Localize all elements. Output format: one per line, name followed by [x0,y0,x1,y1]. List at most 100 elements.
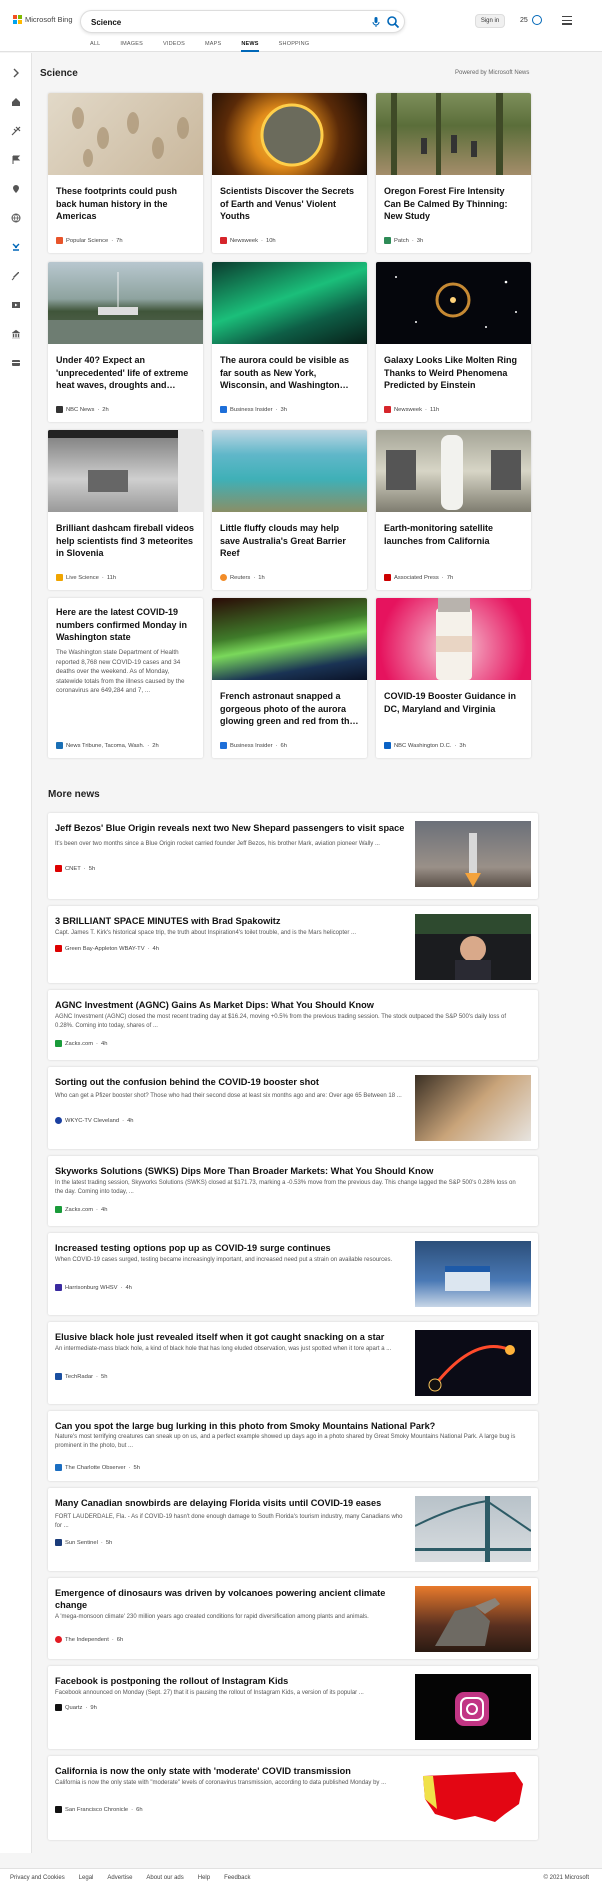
item-title[interactable]: Facebook is postponing the rollout of In… [55,1675,410,1687]
card-title[interactable]: Galaxy Looks Like Molten Ring Thanks to … [384,354,524,392]
card-title[interactable]: Under 40? Expect an 'unprecedented' life… [56,354,196,392]
bing-logo[interactable]: Microsoft Bing [13,15,73,24]
item-title[interactable]: Skyworks Solutions (SWKS) Dips More Than… [55,1165,525,1177]
search-box[interactable] [80,10,405,33]
item-title[interactable]: AGNC Investment (AGNC) Gains As Market D… [55,999,525,1011]
footer-link-legal[interactable]: Legal [79,1875,94,1881]
footer-link-about-ads[interactable]: About our ads [146,1875,183,1881]
tab-all[interactable]: ALL [90,41,100,52]
card-title[interactable]: Oregon Forest Fire Intensity Can Be Calm… [384,185,524,223]
item-title[interactable]: Sorting out the confusion behind the COV… [55,1076,410,1088]
news-list-item[interactable]: Jeff Bezos' Blue Origin reveals next two… [48,813,538,899]
footer-link-advertise[interactable]: Advertise [107,1875,132,1881]
tab-news[interactable]: NEWS [241,41,259,52]
item-title[interactable]: 3 BRILLIANT SPACE MINUTES with Brad Spak… [55,915,410,927]
item-description: When COVID-19 cases surged, testing beca… [55,1257,393,1263]
card-title[interactable]: French astronaut snapped a gorgeous phot… [220,690,360,728]
flag-icon[interactable] [11,155,21,165]
news-card[interactable]: French astronaut snapped a gorgeous phot… [212,598,367,758]
search-input[interactable] [91,15,341,29]
news-list-item[interactable]: AGNC Investment (AGNC) Gains As Market D… [48,990,538,1060]
globe-icon[interactable] [11,213,21,223]
rewards-count: 25 [520,16,528,24]
item-title[interactable]: Can you spot the large bug lurking in th… [55,1420,525,1432]
news-list-item[interactable]: Can you spot the large bug lurking in th… [48,1411,538,1481]
card-title[interactable]: Brilliant dashcam fireball videos help s… [56,522,196,560]
item-title[interactable]: Many Canadian snowbirds are delaying Flo… [55,1497,410,1509]
news-list-item[interactable]: Increased testing options pop up as COVI… [48,1233,538,1315]
microphone-icon[interactable] [370,16,382,28]
item-source: CNET · 5h [55,865,95,872]
source-logo-icon [384,406,391,413]
science-icon[interactable] [11,242,21,252]
item-thumbnail [415,1674,531,1740]
rocket-icon[interactable] [11,271,21,281]
footer-link-privacy[interactable]: Privacy and Cookies [10,1875,65,1881]
item-title[interactable]: California is now the only state with 'm… [55,1765,410,1777]
news-card[interactable]: Brilliant dashcam fireball videos help s… [48,430,203,590]
news-list-item[interactable]: 3 BRILLIANT SPACE MINUTES with Brad Spak… [48,906,538,983]
footer-link-feedback[interactable]: Feedback [224,1875,250,1881]
card-image [212,93,367,175]
chevron-right-icon[interactable] [11,68,21,78]
card-title[interactable]: Earth-monitoring satellite launches from… [384,522,524,547]
source-logo-icon [220,574,227,581]
news-card[interactable]: Little fluffy clouds may help save Austr… [212,430,367,590]
news-list-item[interactable]: Emergence of dinosaurs was driven by vol… [48,1578,538,1659]
tab-videos[interactable]: VIDEOS [163,41,185,52]
source-logo-icon [56,574,63,581]
source-logo-icon [55,1040,62,1047]
tab-shopping[interactable]: SHOPPING [279,41,310,52]
news-card[interactable]: Under 40? Expect an 'unprecedented' life… [48,262,203,422]
card-source: Associated Press · 7h [384,574,453,581]
sign-in-button[interactable]: Sign in [475,14,505,28]
news-list-item[interactable]: Skyworks Solutions (SWKS) Dips More Than… [48,1156,538,1226]
item-title[interactable]: Elusive black hole just revealed itself … [55,1331,410,1343]
transport-icon[interactable] [11,126,21,136]
hamburger-menu-icon[interactable] [562,16,572,25]
location-icon[interactable] [11,184,21,194]
news-list-item[interactable]: Sorting out the confusion behind the COV… [48,1067,538,1149]
news-card[interactable]: The aurora could be visible as far south… [212,262,367,422]
card-title[interactable]: Little fluffy clouds may help save Austr… [220,522,360,560]
card-image [376,262,531,344]
item-title[interactable]: Increased testing options pop up as COVI… [55,1242,410,1254]
news-card[interactable]: Oregon Forest Fire Intensity Can Be Calm… [376,93,531,253]
card-icon[interactable] [11,358,21,368]
card-title[interactable]: COVID-19 Booster Guidance in DC, Marylan… [384,690,524,715]
news-card[interactable]: Scientists Discover the Secrets of Earth… [212,93,367,253]
news-list-item[interactable]: Facebook is postponing the rollout of In… [48,1666,538,1749]
footer-link-help[interactable]: Help [198,1875,210,1881]
item-title[interactable]: Emergence of dinosaurs was driven by vol… [55,1587,410,1611]
news-card[interactable]: Earth-monitoring satellite launches from… [376,430,531,590]
card-title[interactable]: Here are the latest COVID-19 numbers con… [56,606,196,644]
card-source: Live Science · 11h [56,574,116,581]
source-logo-icon [55,1206,62,1213]
header: Microsoft Bing Sign in 25 ALL IMAGES VID… [0,0,602,52]
source-logo-icon [384,574,391,581]
search-icon[interactable] [386,15,400,29]
source-logo-icon [56,406,63,413]
card-title[interactable]: Scientists Discover the Secrets of Earth… [220,185,360,223]
news-card[interactable]: Here are the latest COVID-19 numbers con… [48,598,203,758]
microsoft-logo-icon [13,15,22,24]
item-description: Nature's most terrifying creatures can s… [55,1434,516,1449]
media-icon[interactable] [11,300,21,310]
news-card[interactable]: Galaxy Looks Like Molten Ring Thanks to … [376,262,531,422]
item-title[interactable]: Jeff Bezos' Blue Origin reveals next two… [55,822,410,834]
tab-maps[interactable]: MAPS [205,41,221,52]
card-image [48,430,203,512]
news-card[interactable]: These footprints could push back human h… [48,93,203,253]
finance-icon[interactable] [11,329,21,339]
news-list-item[interactable]: Many Canadian snowbirds are delaying Flo… [48,1488,538,1571]
card-title[interactable]: The aurora could be visible as far south… [220,354,360,392]
card-title[interactable]: These footprints could push back human h… [56,185,196,223]
rewards-button[interactable]: 25 [520,15,542,25]
news-card[interactable]: COVID-19 Booster Guidance in DC, Marylan… [376,598,531,758]
home-icon[interactable] [11,97,21,107]
news-list-item[interactable]: Elusive black hole just revealed itself … [48,1322,538,1404]
tab-images[interactable]: IMAGES [120,41,143,52]
news-list-item[interactable]: California is now the only state with 'm… [48,1756,538,1840]
card-image [48,262,203,344]
source-logo-icon [220,406,227,413]
